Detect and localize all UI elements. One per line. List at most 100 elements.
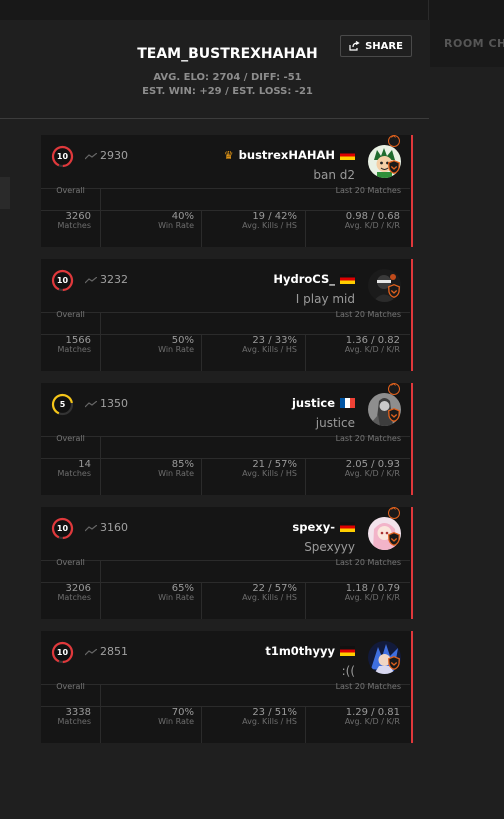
stat-matches: 3260 Matches <box>41 211 92 230</box>
country-flag-icon <box>340 646 355 656</box>
skill-level-number: 10 <box>56 524 69 533</box>
share-label: SHARE <box>365 40 403 52</box>
skill-level-number: 10 <box>56 648 69 657</box>
player-elo: 1350 <box>100 397 128 410</box>
shield-icon <box>388 532 400 546</box>
stat-matches: 14 Matches <box>41 459 92 478</box>
shield-icon <box>388 408 400 422</box>
elo-trend-icon <box>85 277 97 284</box>
player-status-text: :(( <box>341 664 355 678</box>
skill-level-badge: 10 <box>51 145 74 168</box>
player-elo: 2930 <box>100 149 128 162</box>
skill-level-badge: 10 <box>51 641 74 664</box>
overall-label: Overall <box>56 682 85 691</box>
shield-icon <box>388 160 400 174</box>
stat-win-rate: 70% Win Rate <box>101 707 194 726</box>
overall-label: Overall <box>56 186 85 195</box>
skill-level-badge: 5 <box>51 393 74 416</box>
player-card[interactable]: 10 2930 ♛ bustrexHAHAH ban d2 Overall La… <box>41 134 413 247</box>
skill-level-number: 10 <box>56 152 69 161</box>
overall-label: Overall <box>56 434 85 443</box>
stat-win-rate: 85% Win Rate <box>101 459 194 478</box>
stat-kills-hs: 22 / 57% Avg. Kills / HS <box>202 583 297 602</box>
chevron-up-icon <box>388 134 400 147</box>
stat-win-rate: 40% Win Rate <box>101 211 194 230</box>
stat-kd-kr-label: Avg. K/D / K/R <box>344 345 400 354</box>
team-estimate-line: EST. WIN: +29 / EST. LOSS: -21 <box>142 86 313 97</box>
player-nickname[interactable]: t1m0thyyy <box>265 644 335 658</box>
stat-win-rate: 50% Win Rate <box>101 335 194 354</box>
overall-label: Overall <box>56 558 85 567</box>
stat-matches-label: Matches <box>57 717 92 726</box>
shield-icon <box>388 656 400 670</box>
elo-trend-icon <box>85 649 97 656</box>
stat-kills-hs-label: Avg. Kills / HS <box>242 593 297 602</box>
player-nickname[interactable]: spexy- <box>292 520 335 534</box>
stat-kd-kr-label: Avg. K/D / K/R <box>344 717 400 726</box>
stat-win-rate-label: Win Rate <box>158 593 194 602</box>
stat-kills-hs: 21 / 57% Avg. Kills / HS <box>202 459 297 478</box>
stat-kills-hs-label: Avg. Kills / HS <box>242 717 297 726</box>
stat-kills-hs: 19 / 42% Avg. Kills / HS <box>202 211 297 230</box>
stat-kills-hs-label: Avg. Kills / HS <box>242 221 297 230</box>
share-icon <box>349 41 360 51</box>
stat-win-rate-label: Win Rate <box>158 221 194 230</box>
crown-icon: ♛ <box>223 148 234 162</box>
overall-label: Overall <box>56 310 85 319</box>
side-panel-handle[interactable] <box>0 177 10 209</box>
elo-trend-icon <box>85 401 97 408</box>
last-20-label: Last 20 Matches <box>335 310 401 319</box>
last-20-label: Last 20 Matches <box>335 186 401 195</box>
stat-matches: 1566 Matches <box>41 335 92 354</box>
last-20-label: Last 20 Matches <box>335 558 401 567</box>
stat-kills-hs-label: Avg. Kills / HS <box>242 345 297 354</box>
player-elo: 3232 <box>100 273 128 286</box>
header-divider <box>0 118 429 119</box>
country-flag-icon <box>340 522 355 532</box>
player-status-text: Spexyyy <box>304 540 355 554</box>
player-status-text: justice <box>315 416 355 430</box>
stat-win-rate-label: Win Rate <box>158 717 194 726</box>
stat-kd-kr-label: Avg. K/D / K/R <box>344 221 400 230</box>
shield-icon <box>388 284 400 298</box>
skill-level-badge: 10 <box>51 517 74 540</box>
stat-kd-kr: 1.36 / 0.82 Avg. K/D / K/R <box>306 335 400 354</box>
stat-kills-hs-label: Avg. Kills / HS <box>242 469 297 478</box>
country-flag-icon <box>340 398 355 408</box>
stat-matches-label: Matches <box>57 345 92 354</box>
stat-matches: 3338 Matches <box>41 707 92 726</box>
player-nickname[interactable]: bustrexHAHAH <box>239 148 335 162</box>
stat-matches-label: Matches <box>57 221 92 230</box>
stat-win-rate: 65% Win Rate <box>101 583 194 602</box>
player-status-text: I play mid <box>295 292 355 306</box>
player-elo: 3160 <box>100 521 128 534</box>
player-status-text: ban d2 <box>313 168 355 182</box>
chevron-up-icon <box>388 382 400 395</box>
player-card[interactable]: 10 3160 spexy- Spexyyy Overall Last 20 M… <box>41 506 413 619</box>
stat-kd-kr-label: Avg. K/D / K/R <box>344 469 400 478</box>
team-elo-line: AVG. ELO: 2704 / DIFF: -51 <box>153 72 302 83</box>
stat-kd-kr: 1.18 / 0.79 Avg. K/D / K/R <box>306 583 400 602</box>
stat-kd-kr: 1.29 / 0.81 Avg. K/D / K/R <box>306 707 400 726</box>
top-bar <box>0 0 504 20</box>
player-card[interactable]: 10 2851 t1m0thyyy :(( Overall Last 20 Ma… <box>41 631 413 743</box>
player-nickname[interactable]: justice <box>292 396 335 410</box>
skill-level-badge: 10 <box>51 269 74 292</box>
player-card[interactable]: 5 1350 justice justice Overall Last 20 M… <box>41 382 413 495</box>
stat-matches: 3206 Matches <box>41 583 92 602</box>
stat-kd-kr: 2.05 / 0.93 Avg. K/D / K/R <box>306 459 400 478</box>
country-flag-icon <box>340 274 355 284</box>
player-name-row: spexy- <box>292 520 355 534</box>
last-20-label: Last 20 Matches <box>335 682 401 691</box>
player-name-row: ♛ bustrexHAHAH <box>224 148 355 162</box>
player-nickname[interactable]: HydroCS_ <box>273 272 335 286</box>
player-elo: 2851 <box>100 645 128 658</box>
stat-kills-hs: 23 / 33% Avg. Kills / HS <box>202 335 297 354</box>
elo-trend-icon <box>85 525 97 532</box>
player-card[interactable]: 10 3232 HydroCS_ I play mid Overall Last… <box>41 259 413 371</box>
stat-win-rate-label: Win Rate <box>158 345 194 354</box>
stat-matches-label: Matches <box>57 593 92 602</box>
chevron-up-icon <box>388 506 400 519</box>
share-button[interactable]: SHARE <box>340 35 412 57</box>
player-name-row: t1m0thyyy <box>265 644 355 658</box>
